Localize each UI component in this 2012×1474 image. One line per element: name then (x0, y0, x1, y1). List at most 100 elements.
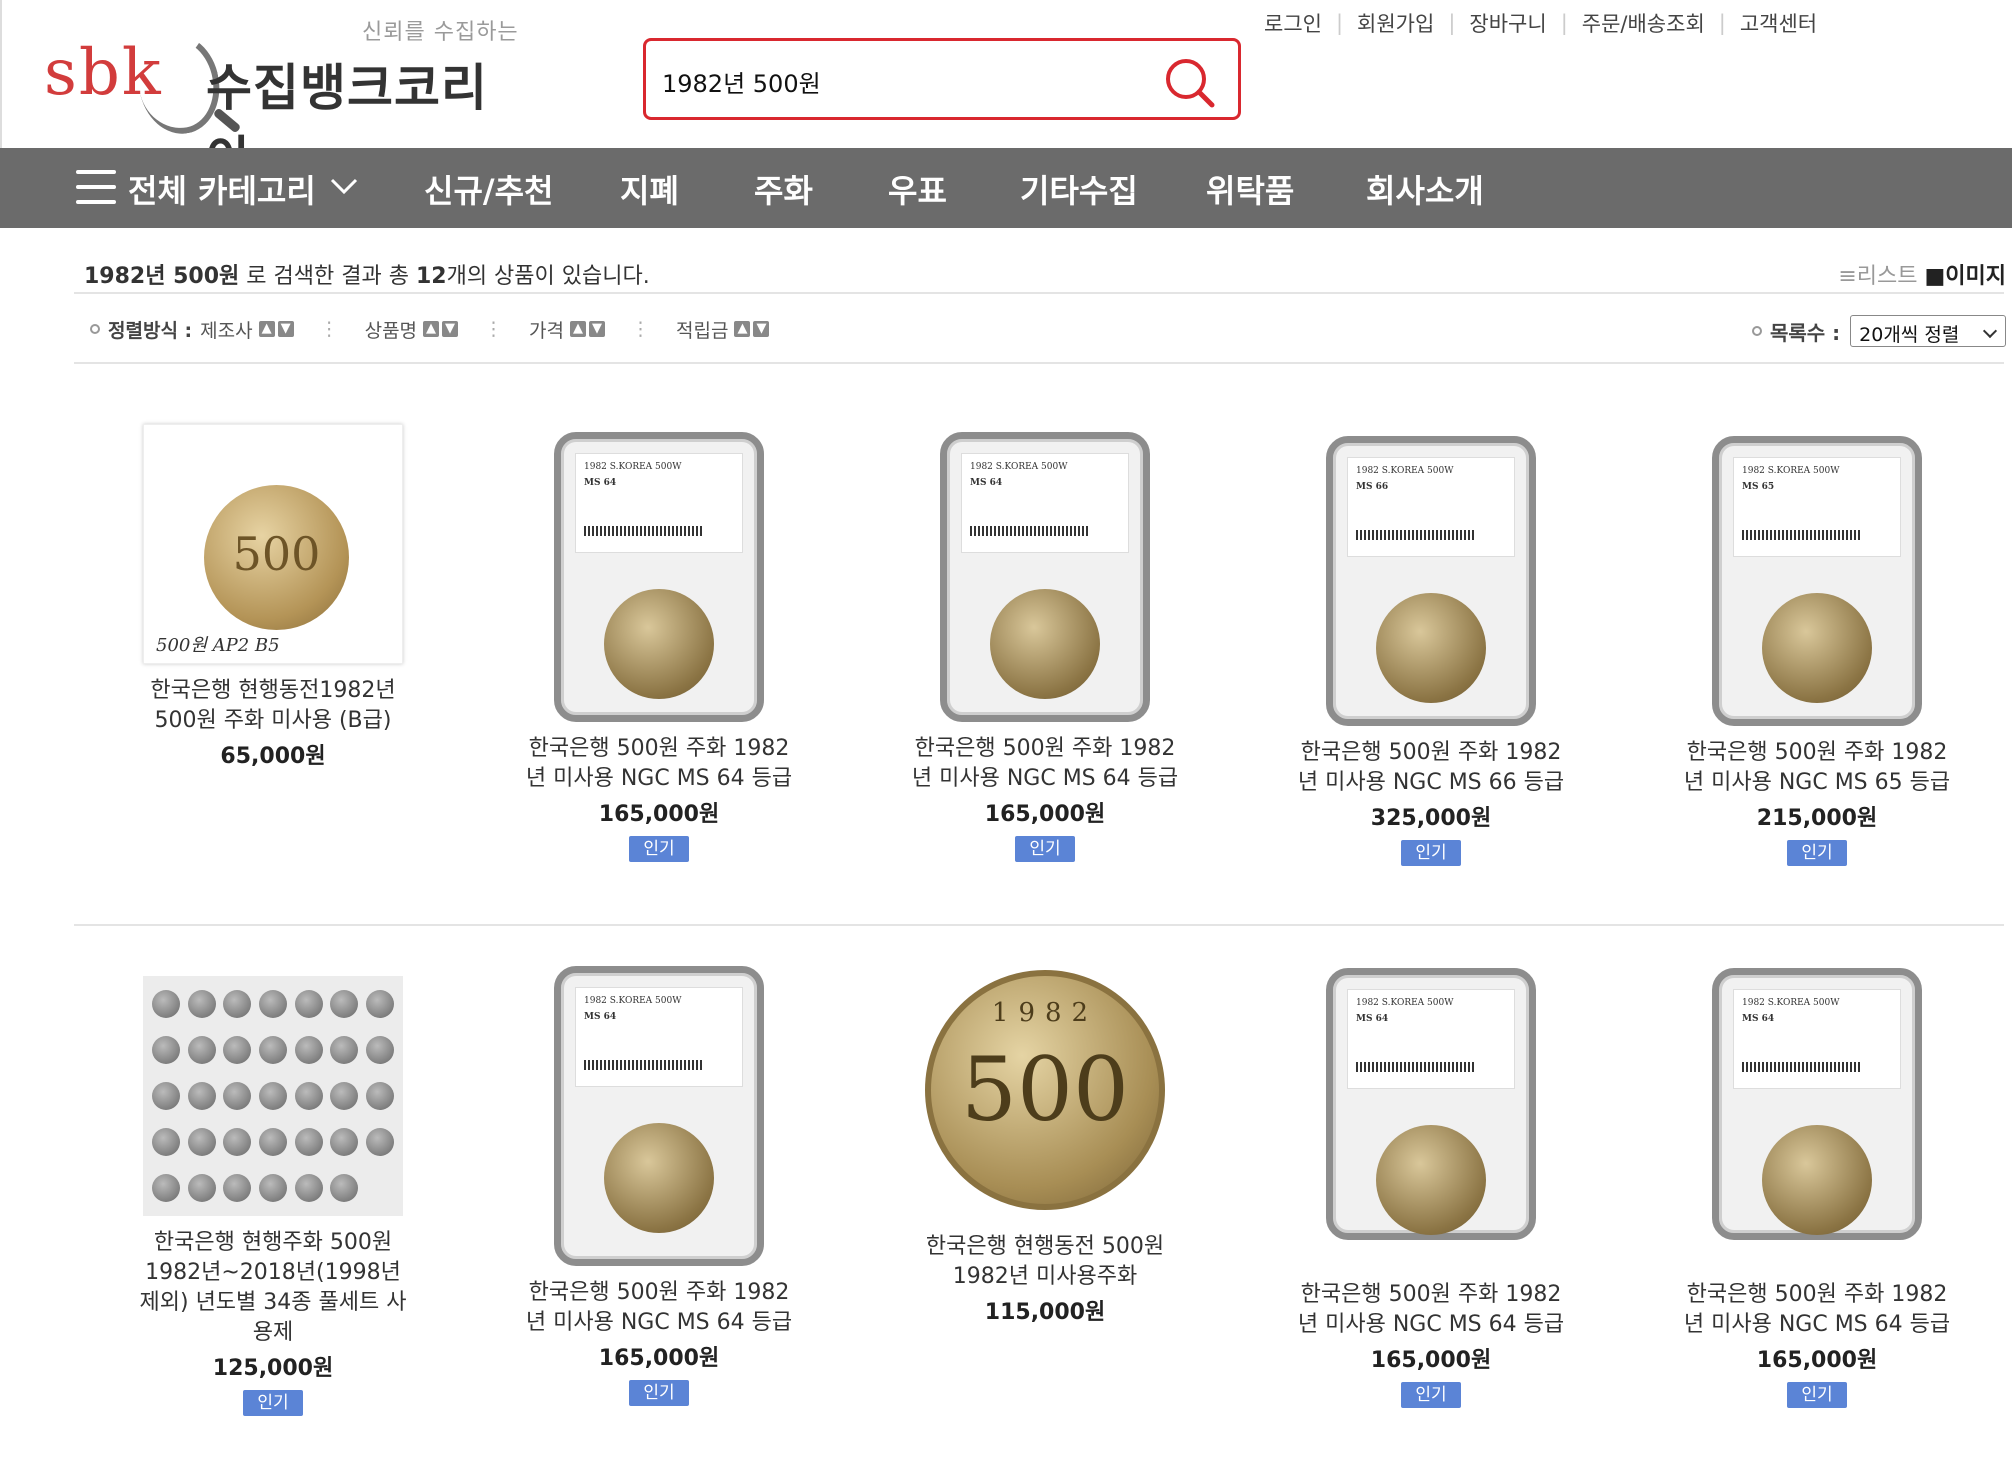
product-image[interactable] (143, 976, 403, 1216)
nav-new-recommended[interactable]: 신규/추천 (424, 166, 553, 212)
product-image[interactable]: 1982 S.KOREA 500W MS 65 (1712, 436, 1922, 726)
product-image[interactable]: 1982 S.KOREA 500W MS 64 (940, 432, 1150, 722)
per-page-label: 목록수 : (1770, 320, 1841, 345)
search-box (643, 38, 1241, 120)
popular-badge: 인기 (1787, 1382, 1847, 1408)
product-card[interactable]: 1982 S.KOREA 500W MS 64 한국은행 500원 주화 198… (514, 432, 804, 862)
nav-consignment[interactable]: 위탁품 (1206, 166, 1294, 212)
nav-banknotes[interactable]: 지폐 (620, 166, 679, 212)
search-input[interactable] (662, 61, 1142, 101)
popular-badge: 인기 (1015, 836, 1075, 862)
separator: | (1718, 11, 1726, 35)
product-image[interactable]: 1982 S.KOREA 500W MS 66 (1326, 436, 1536, 726)
sort-up-icon[interactable]: ▲ (258, 321, 275, 337)
product-card[interactable]: 1982 S.KOREA 500W MS 64 한국은행 500원 주화 198… (1672, 968, 1962, 1408)
slab-title: 1982 S.KOREA 500W (1742, 998, 1840, 1008)
per-page: 목록수 : 20개씩 정렬 (1752, 314, 2007, 348)
popular-badge: 인기 (1787, 840, 1847, 866)
coin-image: 500 (204, 485, 349, 630)
list-view-button[interactable]: ≡리스트 (1838, 264, 1917, 289)
product-price: 65,000원 (220, 744, 326, 769)
search-icon[interactable] (1162, 55, 1216, 109)
slab-label: 1982 S.KOREA 500W MS 64 (1347, 989, 1515, 1089)
sort-manufacturer[interactable]: 제조사 (200, 316, 252, 343)
product-card[interactable]: 1982 S.KOREA 500W MS 64 한국은행 500원 주화 198… (514, 966, 804, 1406)
popular-badge: 인기 (243, 1390, 303, 1416)
nav-all-categories[interactable]: 전체 카테고리 (128, 166, 316, 212)
product-image[interactable]: 1982 S.KOREA 500W MS 64 (1712, 968, 1922, 1240)
customer-center-link[interactable]: 고객센터 (1740, 8, 1817, 38)
sort-price[interactable]: 가격 (529, 316, 564, 343)
sort-product-name[interactable]: 상품명 (365, 316, 417, 343)
sort-down-icon[interactable]: ▼ (277, 321, 294, 337)
logo-tagline: 신뢰를 수집하는 (362, 20, 519, 45)
sort-down-icon[interactable]: ▼ (442, 321, 459, 337)
product-name[interactable]: 한국은행 500원 주화 1982년 미사용 NGC MS 64 등급 (1672, 1280, 1962, 1340)
product-name[interactable]: 한국은행 500원 주화 1982년 미사용 NGC MS 66 등급 (1286, 738, 1576, 798)
sort-points-arrows[interactable]: ▲ ▼ (734, 321, 770, 337)
image-view-button[interactable]: ■이미지 (1924, 264, 2006, 289)
product-name[interactable]: 한국은행 500원 주화 1982년 미사용 NGC MS 64 등급 (900, 734, 1190, 794)
product-name[interactable]: 한국은행 500원 주화 1982년 미사용 NGC MS 65 등급 (1672, 738, 1962, 798)
product-name[interactable]: 한국은행 현행동전1982년 500원 주화 미사용 (B급) (128, 676, 418, 736)
slab-grade: MS 64 (970, 478, 1003, 488)
nav-coins[interactable]: 주화 (754, 166, 813, 212)
chevron-down-icon[interactable] (328, 174, 360, 198)
product-name[interactable]: 한국은행 500원 주화 1982년 미사용 NGC MS 64 등급 (514, 1278, 804, 1338)
results-keyword: 1982년 500원 (84, 264, 240, 289)
popular-badge: 인기 (1401, 1382, 1461, 1408)
product-price: 165,000원 (598, 802, 720, 827)
sort-up-icon[interactable]: ▲ (423, 321, 440, 337)
sort-name-arrows[interactable]: ▲ ▼ (423, 321, 459, 337)
coin-year: 1982 (991, 998, 1099, 1028)
sort-down-icon[interactable]: ▼ (589, 321, 606, 337)
product-card[interactable]: 1982 S.KOREA 500W MS 64 한국은행 500원 주화 198… (1286, 968, 1576, 1408)
product-card[interactable]: 1982 S.KOREA 500W MS 66 한국은행 500원 주화 198… (1286, 436, 1576, 866)
product-price: 165,000원 (598, 1346, 720, 1371)
sort-up-icon[interactable]: ▲ (570, 321, 587, 337)
product-name[interactable]: 한국은행 현행동전 500원 1982년 미사용주화 (900, 1232, 1190, 1292)
product-card[interactable]: 한국은행 현행주화 500원 1982년~2018년(1998년 제외) 년도별… (128, 976, 418, 1416)
slab-grade: MS 64 (584, 1012, 617, 1022)
product-card[interactable]: 1982 500 한국은행 현행동전 500원 1982년 미사용주화 115,… (900, 970, 1190, 1326)
product-image[interactable]: 1982 S.KOREA 500W MS 64 (554, 966, 764, 1266)
product-card[interactable]: 1982 S.KOREA 500W MS 64 한국은행 500원 주화 198… (900, 432, 1190, 862)
per-page-select[interactable]: 20개씩 정렬 (1850, 315, 2007, 347)
product-image[interactable]: 1982 S.KOREA 500W MS 64 (1326, 968, 1536, 1240)
order-tracking-link[interactable]: 주문/배송조회 (1582, 8, 1705, 38)
product-image[interactable]: 500 500원 AP2 B5 (143, 424, 403, 664)
product-image[interactable]: 1982 500 (925, 970, 1165, 1210)
signup-link[interactable]: 회원가입 (1357, 8, 1434, 38)
product-name[interactable]: 한국은행 500원 주화 1982년 미사용 NGC MS 64 등급 (514, 734, 804, 794)
product-card[interactable]: 1982 S.KOREA 500W MS 65 한국은행 500원 주화 198… (1672, 436, 1962, 866)
slab-title: 1982 S.KOREA 500W (1742, 466, 1840, 476)
top-links: 로그인 | 회원가입 | 장바구니 | 주문/배송조회 | 고객센터 (1264, 8, 1817, 38)
site-logo[interactable]: 신뢰를 수집하는 sbk 수집뱅크코리아 (44, 8, 524, 189)
slab-title: 1982 S.KOREA 500W (584, 462, 682, 472)
coin-image (1376, 593, 1486, 703)
coin-image (1762, 1125, 1872, 1235)
nav-other-collectibles[interactable]: 기타수집 (1020, 166, 1138, 212)
sort-points[interactable]: 적립금 (676, 316, 728, 343)
cart-link[interactable]: 장바구니 (1469, 8, 1546, 38)
sort-up-icon[interactable]: ▲ (734, 321, 751, 337)
product-name[interactable]: 한국은행 현행주화 500원 1982년~2018년(1998년 제외) 년도별… (128, 1228, 418, 1348)
separator: | (1448, 11, 1456, 35)
product-price: 165,000원 (1370, 1348, 1492, 1373)
product-card[interactable]: 500 500원 AP2 B5 한국은행 현행동전1982년 500원 주화 미… (128, 424, 418, 770)
sort-down-icon[interactable]: ▼ (753, 321, 770, 337)
slab-grade: MS 64 (584, 478, 617, 488)
chevron-down-icon (1983, 323, 1998, 339)
sort-price-arrows[interactable]: ▲ ▼ (570, 321, 606, 337)
sort-manufacturer-arrows[interactable]: ▲ ▼ (258, 321, 294, 337)
nav-company-info[interactable]: 회사소개 (1366, 166, 1484, 212)
barcode (1742, 1062, 1860, 1072)
product-image[interactable]: 1982 S.KOREA 500W MS 64 (554, 432, 764, 722)
login-link[interactable]: 로그인 (1264, 8, 1322, 38)
slab-label: 1982 S.KOREA 500W MS 66 (1347, 457, 1515, 557)
product-name[interactable]: 한국은행 500원 주화 1982년 미사용 NGC MS 64 등급 (1286, 1280, 1576, 1340)
slab-title: 1982 S.KOREA 500W (1356, 998, 1454, 1008)
hamburger-icon[interactable] (76, 170, 116, 204)
nav-stamps[interactable]: 우표 (888, 166, 947, 212)
coin-image (604, 1123, 714, 1233)
